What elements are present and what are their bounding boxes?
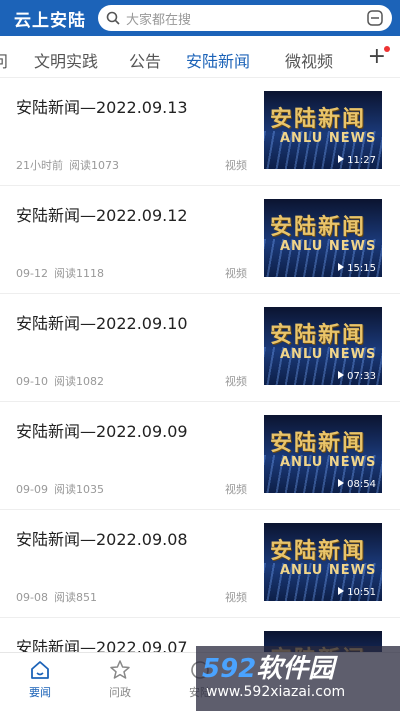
thumb-title-en: ANLU NEWS [280, 239, 377, 254]
news-tag: 视频 [225, 375, 247, 388]
tab-partial[interactable]: 问 [0, 48, 8, 72]
news-title: 安陆新闻—2022.09.10 [16, 314, 188, 333]
search-placeholder: 大家都在搜 [126, 12, 192, 28]
news-time: 21小时前 [16, 159, 63, 172]
news-item[interactable]: 安陆新闻—2022.09.12 09-12 阅读1118 视频 安陆新闻 ANLU … [0, 186, 400, 294]
tab-video[interactable]: 微视频 [285, 48, 333, 72]
news-meta: 09-10 阅读1082 [16, 373, 110, 389]
news-item[interactable]: 安陆新闻—2022.09.10 09-10 阅读1082 视频 安陆新闻 ANLU … [0, 294, 400, 402]
news-meta: 21小时前 阅读1073 [16, 157, 125, 173]
video-thumbnail[interactable]: 安陆新闻 ANLU NEWS 08:54 [264, 415, 382, 493]
search-box[interactable]: 大家都在搜 [98, 5, 392, 31]
thumb-title-en: ANLU NEWS [280, 131, 377, 146]
watermark-logo: 592软件园 [202, 654, 335, 684]
play-icon [338, 155, 345, 163]
play-icon [338, 371, 345, 379]
news-reads: 阅读1035 [53, 483, 104, 496]
play-icon [338, 587, 345, 595]
video-thumbnail[interactable]: 安陆新闻 ANLU NEWS 15:15 [264, 199, 382, 277]
news-meta: 09-12 阅读1118 [16, 265, 110, 281]
news-item[interactable]: 安陆新闻—2022.09.13 21小时前 阅读1073 视频 安陆新闻 ANLU … [0, 78, 400, 186]
play-icon [338, 263, 345, 271]
news-reads: 阅读851 [53, 591, 97, 604]
video-thumbnail[interactable]: 安陆新闻 ANLU NEWS 11:27 [264, 91, 382, 169]
tab-gonggao[interactable]: 公告 [129, 48, 161, 72]
video-thumbnail[interactable]: 安陆新闻 ANLU NEWS 07:33 [264, 307, 382, 385]
news-time: 09-10 [16, 375, 48, 388]
news-item[interactable]: 安陆新闻—2022.09.09 09-09 阅读1035 视频 安陆新闻 ANLU … [0, 402, 400, 510]
tab-wenming[interactable]: 文明实践 [34, 48, 98, 72]
news-title: 安陆新闻—2022.09.08 [16, 530, 188, 549]
channel-tabs: 问 文明实践 公告 安陆新闻 微视频 + [0, 36, 400, 78]
news-tag: 视频 [225, 591, 247, 604]
top-bar: 云上安陆 大家都在搜 [0, 0, 400, 36]
video-thumbnail[interactable]: 安陆新闻 ANLU NEWS 10:51 [264, 523, 382, 601]
search-icon [106, 11, 120, 25]
thumb-title-cn: 安陆新闻 [270, 323, 367, 348]
nav-home-label: 要闻 [29, 686, 51, 699]
news-time: 09-09 [16, 483, 48, 496]
thumb-title-cn: 安陆新闻 [270, 539, 367, 564]
home-icon [31, 661, 49, 679]
scan-icon[interactable] [366, 9, 384, 27]
video-duration: 11:27 [338, 155, 376, 166]
thumb-title-cn: 安陆新闻 [270, 431, 367, 456]
video-duration: 08:54 [338, 479, 376, 490]
star-icon [110, 660, 130, 679]
news-reads: 阅读1082 [53, 375, 104, 388]
news-meta: 09-09 阅读1035 [16, 481, 110, 497]
news-tag: 视频 [225, 267, 247, 280]
thumb-title-cn: 安陆新闻 [270, 107, 367, 132]
watermark-url: www.592xiazai.com [206, 684, 346, 700]
news-title: 安陆新闻—2022.09.13 [16, 98, 188, 117]
news-reads: 阅读1118 [53, 267, 104, 280]
thumb-title-en: ANLU NEWS [280, 455, 377, 470]
news-time: 09-08 [16, 591, 48, 604]
thumb-title-cn: 安陆新闻 [270, 215, 367, 240]
app-title: 云上安陆 [14, 10, 86, 31]
notification-dot [384, 46, 390, 52]
video-duration: 10:51 [338, 587, 376, 598]
thumb-title-en: ANLU NEWS [280, 563, 377, 578]
news-tag: 视频 [225, 159, 247, 172]
nav-wenzheng-label: 问政 [109, 686, 131, 699]
news-title: 安陆新闻—2022.09.12 [16, 206, 188, 225]
tab-anlu-news[interactable]: 安陆新闻 [186, 48, 250, 72]
video-duration: 15:15 [338, 263, 376, 274]
video-duration: 07:33 [338, 371, 376, 382]
watermark: 592软件园 www.592xiazai.com [196, 646, 400, 711]
news-reads: 阅读1073 [69, 159, 119, 172]
play-icon [338, 479, 345, 487]
news-time: 09-12 [16, 267, 48, 280]
nav-wenzheng[interactable]: 问政 [90, 659, 150, 700]
app-screen: 云上安陆 大家都在搜 问 文明实践 公告 安陆新闻 微视频 + 安陆新闻—202… [0, 0, 400, 711]
thumb-title-en: ANLU NEWS [280, 347, 377, 362]
news-meta: 09-08 阅读851 [16, 589, 103, 605]
news-title: 安陆新闻—2022.09.09 [16, 422, 188, 441]
news-tag: 视频 [225, 483, 247, 496]
nav-home[interactable]: 要闻 [10, 659, 70, 700]
news-item[interactable]: 安陆新闻—2022.09.08 09-08 阅读851 视频 安陆新闻 ANLU N… [0, 510, 400, 618]
